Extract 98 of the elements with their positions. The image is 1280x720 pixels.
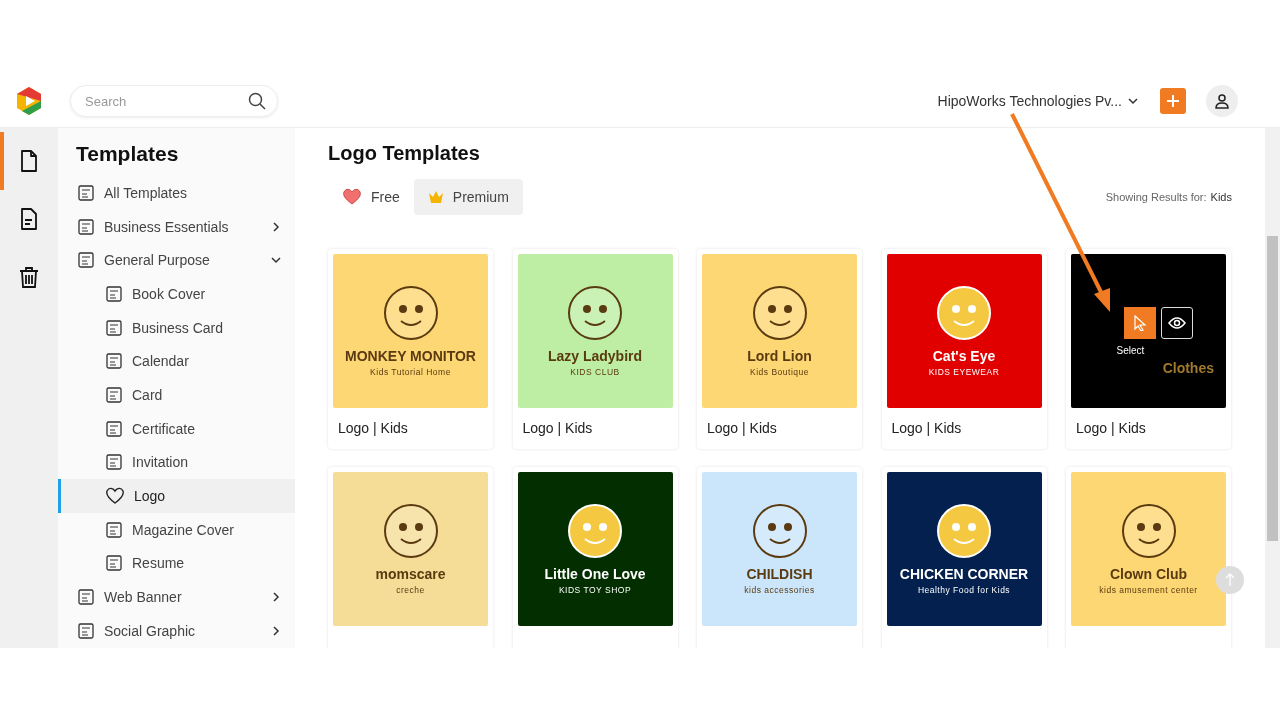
- sidebar-title: Templates: [76, 142, 180, 166]
- scrollbar[interactable]: [1265, 128, 1280, 648]
- logo-title: Cat's Eye: [932, 348, 996, 364]
- results-label: Showing Results for: Kids: [1105, 191, 1232, 203]
- category-icon: [105, 318, 123, 337]
- template-card[interactable]: MONKEY MONITOR Kids Tutorial Home Logo | Kids: [328, 249, 493, 449]
- sidebar-item[interactable]: General Purpose: [58, 243, 295, 278]
- logo-title: Clown Club: [1110, 566, 1187, 582]
- template-card[interactable]: Cat's Eye KIDS EYEWEAR Logo | Kids: [881, 249, 1047, 449]
- logo-tagline: Kids Boutique: [750, 367, 809, 377]
- page-title: Logo Templates: [328, 142, 481, 165]
- plus-icon: [1167, 95, 1179, 107]
- logo-title: Lazy Ladybird: [547, 348, 643, 364]
- filter-tab[interactable]: Premium: [413, 179, 523, 215]
- sidebar-item[interactable]: Book Cover: [58, 277, 295, 311]
- profile-button[interactable]: [1206, 85, 1238, 117]
- logo-title: Clothes: [1162, 360, 1214, 376]
- logo-artwork-drawing: [567, 285, 623, 341]
- cursor-icon: [1133, 314, 1147, 331]
- sidebar-item[interactable]: Invitation: [58, 445, 295, 480]
- logo-title: momscare: [375, 566, 446, 582]
- filter-tab[interactable]: Free: [328, 179, 414, 215]
- logo-artwork-drawing: [936, 285, 992, 341]
- chevron-icon: [271, 592, 281, 603]
- logo-artwork-drawing: [936, 503, 992, 559]
- logo-artwork-drawing: [751, 503, 808, 559]
- sidebar-item[interactable]: Resume: [58, 546, 295, 581]
- logo-tagline: creche: [396, 585, 425, 595]
- category-icon: [105, 284, 123, 303]
- logo-artwork-drawing: [382, 285, 439, 341]
- category-icon: [77, 183, 95, 202]
- category-icon: [105, 385, 123, 404]
- category-icon: [77, 217, 95, 236]
- chevron-icon: [271, 221, 281, 232]
- preview-button[interactable]: [1161, 306, 1193, 339]
- user-icon: [1214, 93, 1230, 109]
- logo-tagline: KIDS CLUB: [570, 367, 620, 377]
- template-caption: Logo | Kids: [890, 419, 963, 436]
- category-icon: [77, 588, 95, 607]
- template-card[interactable]: Select Clothes Logo | Kids: [1066, 249, 1231, 449]
- sidebar-item[interactable]: Calendar: [58, 344, 295, 379]
- search-icon: [248, 92, 266, 110]
- template-card[interactable]: CHICKEN CORNER Healthy Food for Kids: [881, 467, 1047, 648]
- logo-title: Little One Love: [544, 566, 646, 582]
- logo-title: CHICKEN CORNER: [899, 566, 1029, 582]
- logo-title: Lord Lion: [747, 348, 812, 364]
- category-icon: [105, 554, 123, 573]
- logo-artwork-drawing: [751, 285, 808, 341]
- sidebar-item[interactable]: All Templates: [58, 176, 295, 210]
- sidebar-item[interactable]: Magazine Cover: [58, 512, 295, 547]
- category-icon: [77, 621, 95, 640]
- logo-tagline: kids amusement center: [1099, 585, 1198, 595]
- search-field[interactable]: Search: [70, 85, 278, 117]
- add-button[interactable]: [1160, 88, 1186, 114]
- sidebar-item[interactable]: Business Essentials: [58, 209, 295, 244]
- sidebar-item[interactable]: Certificate: [58, 411, 295, 446]
- template-caption: Logo | Kids: [521, 419, 594, 436]
- template-card[interactable]: CHILDISH kids accessories: [697, 467, 862, 648]
- sidebar-item[interactable]: Web Banner: [58, 580, 295, 614]
- chevron-icon: [271, 625, 281, 636]
- logo-tagline: KIDS EYEWEAR: [928, 367, 1000, 377]
- template-card[interactable]: Clown Club kids amusement center: [1066, 467, 1231, 648]
- category-icon: [105, 419, 123, 438]
- select-label: Select: [1116, 344, 1145, 356]
- app-logo-icon[interactable]: [14, 86, 44, 116]
- category-icon: [77, 251, 95, 270]
- template-card[interactable]: Lord Lion Kids Boutique Logo | Kids: [697, 249, 862, 449]
- template-caption: Logo | Kids: [706, 419, 778, 436]
- sidebar-item[interactable]: Logo: [58, 479, 295, 513]
- logo-artwork-drawing: [382, 503, 439, 559]
- chevron-icon: [1128, 96, 1138, 106]
- logo-tagline: KIDS TOY SHOP: [558, 585, 632, 595]
- select-button[interactable]: [1124, 306, 1156, 339]
- heart-icon: [105, 487, 125, 506]
- template-card[interactable]: Lazy Ladybird KIDS CLUB Logo | Kids: [512, 249, 678, 449]
- logo-artwork-drawing: [567, 503, 623, 559]
- category-icon: [105, 520, 123, 539]
- logo-tagline: kids accessories: [744, 585, 815, 595]
- category-icon: [105, 352, 123, 371]
- account-dropdown[interactable]: HipoWorks Technologies Pv...: [937, 93, 1138, 109]
- sidebar-item[interactable]: Business Card: [58, 310, 295, 345]
- chevron-icon: [271, 255, 281, 266]
- template-caption: Logo | Kids: [337, 419, 409, 436]
- heart-icon: [342, 188, 362, 206]
- category-icon: [105, 453, 123, 472]
- logo-tagline: Kids Tutorial Home: [370, 367, 451, 377]
- template-card[interactable]: momscare creche: [328, 467, 493, 648]
- logo-tagline: Healthy Food for Kids: [917, 585, 1011, 595]
- logo-title: MONKEY MONITOR: [345, 348, 476, 364]
- eye-icon: [1168, 316, 1186, 329]
- template-caption: Logo | Kids: [1075, 419, 1147, 436]
- template-card[interactable]: Little One Love KIDS TOY SHOP: [512, 467, 678, 648]
- sidebar-item[interactable]: Social Graphic: [58, 613, 295, 648]
- logo-title: CHILDISH: [746, 566, 813, 582]
- crown-icon: [427, 190, 444, 204]
- up-arrow-icon: [1225, 573, 1235, 587]
- logo-artwork-drawing: [1120, 503, 1177, 559]
- sidebar-item[interactable]: Card: [58, 378, 295, 412]
